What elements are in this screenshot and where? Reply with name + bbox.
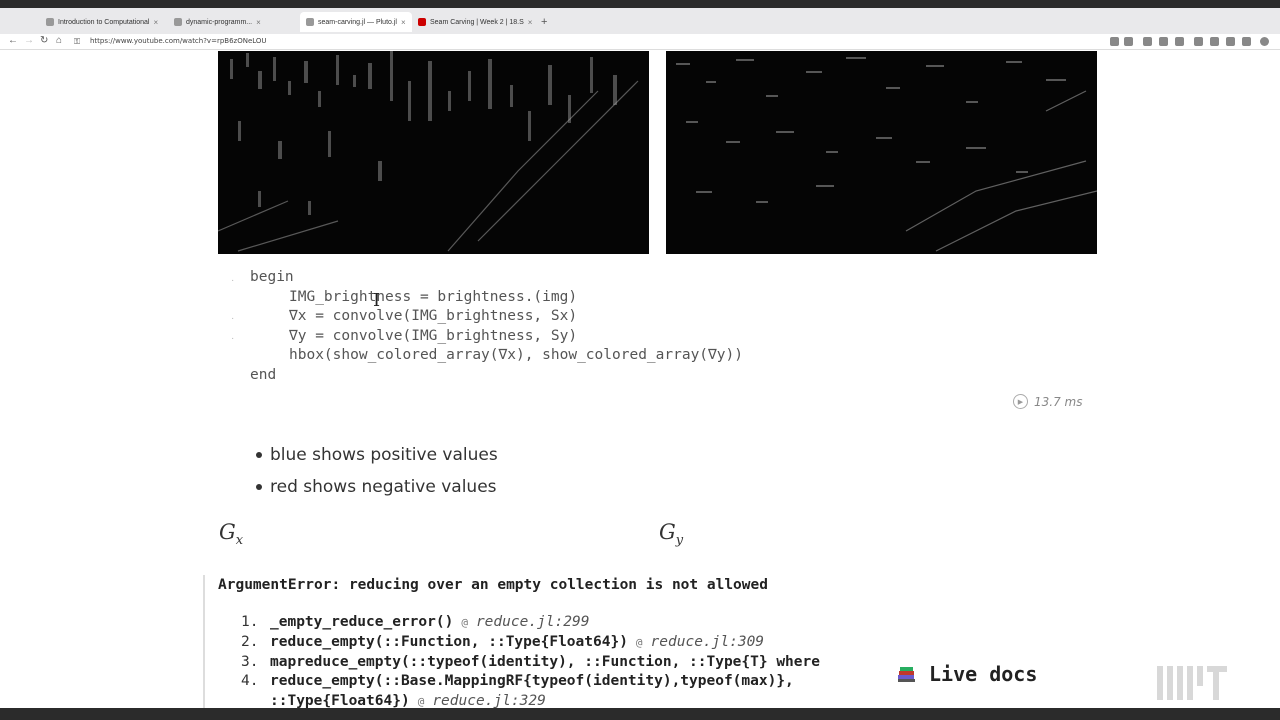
reload-icon[interactable]: ↻ [40, 35, 48, 46]
favicon-icon [306, 18, 314, 26]
code-line: end [250, 366, 277, 383]
tab-title: seam-carving.jl — Pluto.jl [318, 18, 397, 26]
bullet-list: blue shows positive values red shows neg… [256, 439, 498, 503]
trace-row: 1. _empty_reduce_error() @ reduce.jl:299 [241, 613, 881, 633]
at-icon: @ [417, 695, 425, 708]
math-subscript: y [675, 533, 684, 549]
trace-function: reduce_empty(::Base.MappingRF{typeof(ide… [270, 673, 794, 690]
trace-number: 1. [241, 614, 259, 630]
back-icon[interactable]: ← [8, 35, 18, 46]
browser-tab[interactable]: Seam Carving | Week 2 | 18.S × [412, 12, 538, 32]
extension-icon[interactable] [1242, 37, 1251, 46]
cell-marker: · [231, 275, 235, 286]
tab-title: dynamic-programm... [186, 18, 253, 26]
url-field[interactable]: https://www.youtube.com/watch?v=rpB6zONe… [90, 37, 267, 45]
extension-icon[interactable] [1175, 37, 1184, 46]
math-symbol: G [659, 520, 676, 544]
cell-marker: · [231, 313, 235, 324]
extension-icon[interactable] [1210, 37, 1219, 46]
math-symbol: G [219, 520, 236, 544]
list-item: blue shows positive values [256, 439, 498, 471]
browser-tab-bar: Introduction to Computational × dynamic-… [0, 8, 1280, 34]
books-icon [897, 665, 917, 683]
mit-logo-watermark [1157, 666, 1227, 700]
youtube-icon [418, 18, 426, 26]
tab-title: Introduction to Computational [58, 18, 150, 26]
code-line: ∇y = convolve(IMG_brightness, Sy) [289, 327, 578, 344]
gy-label: Gy [659, 520, 683, 548]
favicon-icon [46, 18, 54, 26]
at-icon: @ [635, 635, 643, 649]
close-icon[interactable]: × [256, 18, 261, 27]
trace-function: reduce_empty(::Function, ::Type{Float64}… [270, 633, 628, 650]
trace-function: ::Type{Float64}) [270, 693, 410, 708]
trace-file-link[interactable]: reduce.jl:299 [476, 614, 590, 630]
text-cursor-icon: I [373, 290, 381, 311]
trace-function: mapreduce_empty(::typeof(identity), ::Fu… [270, 653, 820, 670]
list-item-text: blue shows positive values [270, 445, 498, 465]
trace-row: 3. mapreduce_empty(::typeof(identity), ::… [241, 653, 881, 673]
close-icon[interactable]: × [401, 18, 406, 27]
gradient-x-image [218, 51, 649, 254]
bullet-icon [256, 484, 262, 490]
extension-icon[interactable] [1110, 37, 1119, 46]
browser-nav-bar: ← → ↻ ⌂ ⚿ https://www.youtube.com/watch?… [0, 34, 1280, 50]
trace-number: 4. [241, 673, 259, 690]
trace-row: ::Type{Float64}) @ reduce.jl:329 [241, 692, 881, 708]
code-line: begin [250, 269, 294, 285]
trace-number: 3. [241, 653, 259, 670]
run-time-indicator: ▶ 13.7 ms [1013, 394, 1082, 409]
home-icon[interactable]: ⌂ [56, 35, 62, 46]
code-cell[interactable]: begin IMG_brightness = brightness.(img) ∇x… [250, 268, 743, 386]
error-title: ArgumentError: reducing over an empty co… [218, 577, 768, 593]
live-docs-button[interactable]: Live docs [897, 662, 1037, 686]
close-icon[interactable]: × [153, 18, 158, 27]
extension-icon[interactable] [1159, 37, 1168, 46]
browser-tab[interactable]: dynamic-programm... × [168, 12, 267, 32]
trace-row: 4. reduce_empty(::Base.MappingRF{typeof(i… [241, 672, 881, 692]
new-tab-icon[interactable]: + [541, 16, 547, 28]
trace-file-link[interactable]: reduce.jl:309 [651, 634, 765, 650]
code-line: hbox(show_colored_array(∇x), show_colore… [289, 347, 743, 364]
stack-trace: 1. _empty_reduce_error() @ reduce.jl:299 2. r… [241, 613, 881, 708]
trace-file-link[interactable]: reduce.jl:329 [432, 693, 546, 708]
extension-icon[interactable] [1124, 37, 1133, 46]
profile-icon[interactable] [1260, 37, 1269, 46]
list-item: red shows negative values [256, 471, 498, 503]
gx-label: Gx [219, 520, 243, 548]
extension-icon[interactable] [1143, 37, 1152, 46]
browser-tab[interactable]: Introduction to Computational × [40, 12, 164, 32]
forward-icon[interactable]: → [24, 35, 34, 46]
close-icon[interactable]: × [528, 18, 533, 27]
math-subscript: x [235, 533, 244, 549]
favicon-icon [174, 18, 182, 26]
cell-marker: · [231, 333, 235, 344]
gradient-y-image [666, 51, 1097, 254]
bullet-icon [256, 452, 262, 458]
run-cell-icon[interactable]: ▶ [1013, 394, 1028, 409]
notebook-page: · · · begin IMG_brightness = brightness.(… [0, 50, 1280, 708]
extension-icon[interactable] [1194, 37, 1203, 46]
tab-title: Seam Carving | Week 2 | 18.S [430, 18, 524, 26]
trace-number: 2. [241, 633, 259, 650]
trace-row: 2. reduce_empty(::Function, ::Type{Float6… [241, 633, 881, 653]
runtime-label: 13.7 ms [1034, 394, 1083, 409]
trace-function: _empty_reduce_error() [270, 614, 454, 630]
at-icon: @ [461, 616, 468, 629]
error-border [203, 575, 205, 708]
browser-tab-active[interactable]: seam-carving.jl — Pluto.jl × [300, 12, 412, 32]
code-line: ∇x = convolve(IMG_brightness, Sx) [289, 308, 578, 325]
lock-icon: ⚿ [74, 37, 81, 46]
list-item-text: red shows negative values [270, 477, 497, 497]
bottom-bar [0, 708, 1280, 720]
extension-icon[interactable] [1226, 37, 1235, 46]
live-docs-label: Live docs [929, 662, 1038, 686]
code-line: IMG_brightness = brightness.(img) [289, 288, 578, 305]
